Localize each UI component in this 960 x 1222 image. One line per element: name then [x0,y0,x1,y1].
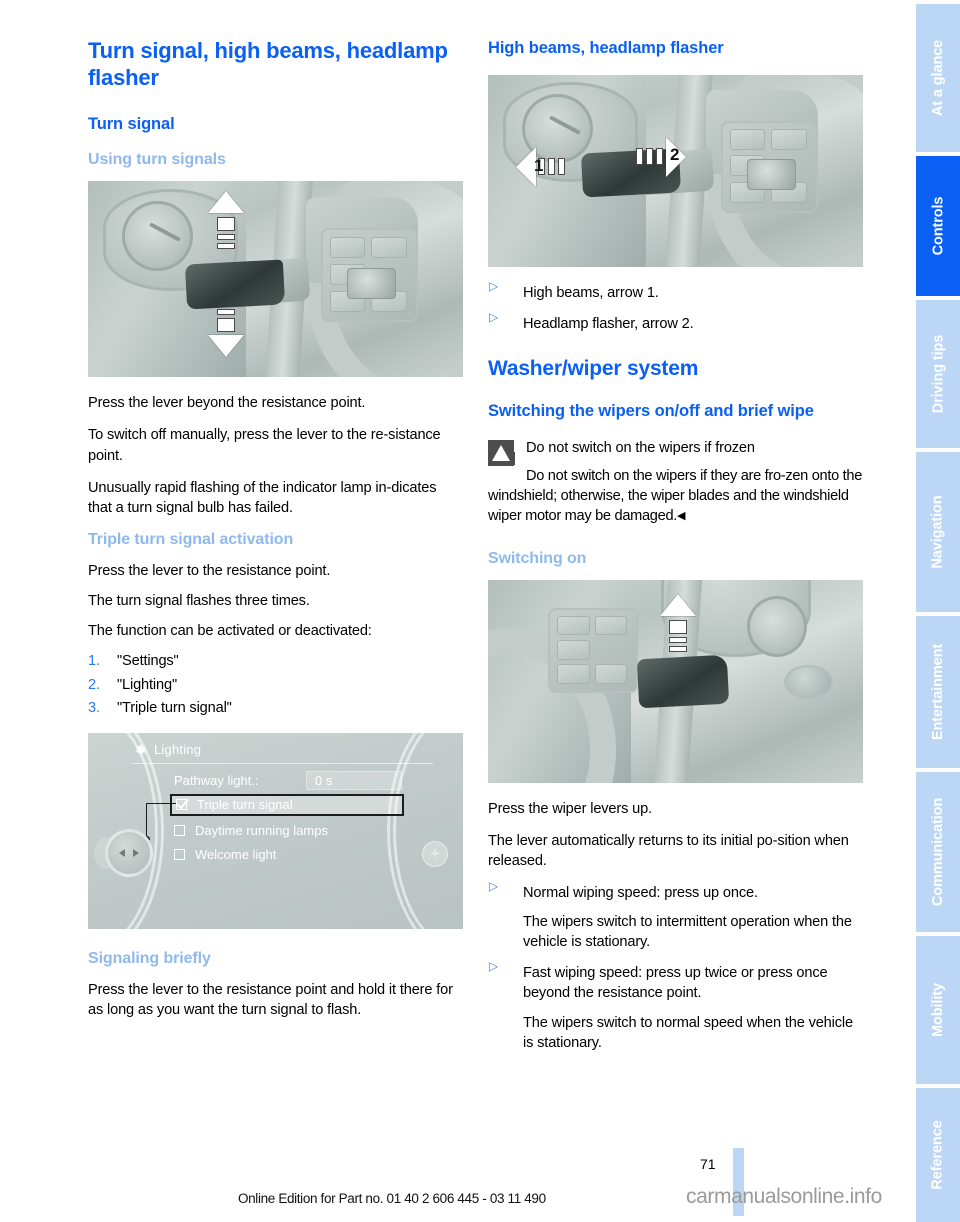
list-item: 1. "Settings" [88,651,463,671]
sidebar-tab-label: Entertainment [930,643,946,741]
start-stop-button-icon [784,664,833,700]
sidebar-tab-label: Communication [930,797,947,907]
list-label: "Triple turn signal" [117,700,232,717]
page-title: Turn signal, high beams, headlamp flashe… [88,38,448,90]
idrive-item-label: Daytime running lamps [195,822,328,838]
list-label: Fast wiping speed: press up twice or pre… [523,965,828,1002]
settings-steps-list: 1. "Settings" 2. "Lighting" 3. "Triple t… [88,651,463,718]
sidebar-tab-controls[interactable]: Controls [916,156,960,296]
idrive-item-label: Welcome light [195,846,277,862]
warning-end-marker: ◀ [677,510,686,523]
list-number: 3. [88,700,100,717]
warning-body: Do not switch on the wipers if they are … [488,468,863,525]
paragraph-switch-off: To switch off manually, press the lever … [88,427,441,464]
list-item: 2. "Lighting" [88,675,463,695]
idrive-plus-icon[interactable]: + [422,840,448,867]
sidebar-tab-communication[interactable]: Communication [916,772,960,932]
manual-page: Turn signal, high beams, headlamp flashe… [0,0,960,1222]
list-item: Fast wiping speed: press up twice or pre… [488,960,863,1053]
triangle-bullet-icon [489,311,498,327]
subsection-heading-switching-wipers: Switching the wipers on/off and brief wi… [488,402,814,421]
arrow-label-1: 1 [534,155,544,175]
idrive-row-value[interactable]: 0 s [306,770,402,790]
callout-leader-line [144,802,176,842]
sidebar-tab-driving-tips[interactable]: Driving tips [916,300,960,448]
left-column: Turn signal, high beams, headlamp flashe… [88,38,463,1032]
list-item: Normal wiping speed: press up once. The … [488,880,863,952]
list-item: Headlamp flasher, arrow 2. [488,311,863,334]
section-heading-washer-wiper: Washer/wiper system [488,356,699,380]
list-item: High beams, arrow 1. [488,280,863,303]
paragraph-press-lever: Press the lever beyond the resistance po… [88,395,366,412]
list-sublabel: The wipers switch to intermittent operat… [523,914,852,951]
bullets-wiping-speed: Normal wiping speed: press up once. The … [488,880,863,1053]
page-number: 71 [700,1156,716,1172]
right-column: High beams, headlamp flasher 1 2 ▷ High … [488,38,863,1064]
watermark: carmanualsonline.info [686,1185,882,1208]
list-item: 3. "Triple turn signal" [88,698,463,718]
list-label: High beams, arrow 1. [523,284,659,301]
sidebar-tab-label: Mobility [930,983,947,1037]
list-label: "Lighting" [117,676,177,693]
sidebar-navigation: At a glance Controls Driving tips Naviga… [916,0,960,1222]
sidebar-tab-reference[interactable]: Reference [916,1088,960,1222]
paragraph-signaling-briefly: Press the lever to the resistance point … [88,981,453,1018]
warning-title: Do not switch on the wipers if frozen [526,440,755,457]
list-number: 2. [88,676,100,693]
paragraph-function-activated: The function can be activated or deactiv… [88,623,372,640]
idrive-row-label: Pathway light.: [174,772,259,788]
sidebar-tab-label: Controls [930,196,946,256]
sidebar-tab-label: Driving tips [930,334,946,414]
warning-triangle-icon [488,440,515,467]
gear-icon [132,742,147,757]
subsection-heading-signaling-briefly: Signaling briefly [88,949,211,967]
idrive-item-label: Triple turn signal [197,797,293,813]
idrive-item-welcome-light[interactable]: Welcome light [174,847,276,862]
sidebar-tab-label: At a glance [930,39,947,117]
subsection-heading-triple-turn: Triple turn signal activation [88,530,294,548]
arrow-label-2: 2 [670,144,680,164]
subsection-heading-using-turn-signals: Using turn signals [88,151,226,169]
triangle-bullet-icon [489,280,498,296]
idrive-title: Lighting [154,741,202,757]
triangle-bullet-icon [489,960,498,976]
photo-turn-signal-stalk [88,181,463,378]
idrive-controller-icon[interactable] [105,828,153,877]
section-heading-turn-signal: Turn signal [88,114,175,133]
sidebar-tab-label: Navigation [930,495,946,569]
warning-text: Do not switch on the wipers if they are … [488,466,863,526]
photo-high-beams-stalk: 1 2 [488,74,863,267]
triangle-bullet-icon [489,880,498,896]
paragraph-rapid-flashing: Unusually rapid flashing of the indicato… [88,479,437,516]
paragraph-press-wiper-levers: Press the wiper levers up. [488,800,652,817]
sidebar-tab-mobility[interactable]: Mobility [916,936,960,1084]
arrow-up-icon [208,191,244,252]
idrive-lighting-menu-screenshot: Lighting Pathway light.: 0 s Triple turn… [88,732,463,929]
sidebar-tab-at-a-glance[interactable]: At a glance [916,4,960,152]
subsection-heading-switching-on: Switching on [488,549,587,567]
list-label: "Settings" [117,653,179,670]
sidebar-tab-label: Reference [930,1120,947,1190]
checkbox-icon[interactable] [174,848,185,860]
checkbox-checked-icon[interactable] [176,799,187,811]
subsection-heading-high-beams: High beams, headlamp flasher [488,39,724,57]
warning-block: Do not switch on the wipers if frozen Do… [488,438,863,527]
sidebar-tab-entertainment[interactable]: Entertainment [916,616,960,768]
list-label: Headlamp flasher, arrow 2. [523,315,694,332]
idrive-header: Lighting [132,742,433,764]
photo-wiper-stalk [488,579,863,783]
idrive-item-triple-turn-signal[interactable]: Triple turn signal [170,793,404,816]
footer-text: Online Edition for Part no. 01 40 2 606 … [238,1191,546,1206]
arrow-down-icon [208,309,244,358]
paragraph-flashes-three: The turn signal flashes three times. [88,593,310,610]
list-label: Normal wiping speed: press up once. [523,884,758,901]
sidebar-tab-navigation[interactable]: Navigation [916,452,960,612]
list-sublabel: The wipers switch to normal speed when t… [523,1014,853,1051]
idrive-item-daytime-running-lamps[interactable]: Daytime running lamps [174,823,328,838]
arrow-up-icon [660,593,696,655]
paragraph-lever-returns: The lever automatically returns to its i… [488,832,849,869]
list-number: 1. [88,653,100,670]
bullets-high-beams: High beams, arrow 1. Headlamp flasher, a… [488,280,863,334]
paragraph-press-resistance: Press the lever to the resistance point. [88,562,331,579]
